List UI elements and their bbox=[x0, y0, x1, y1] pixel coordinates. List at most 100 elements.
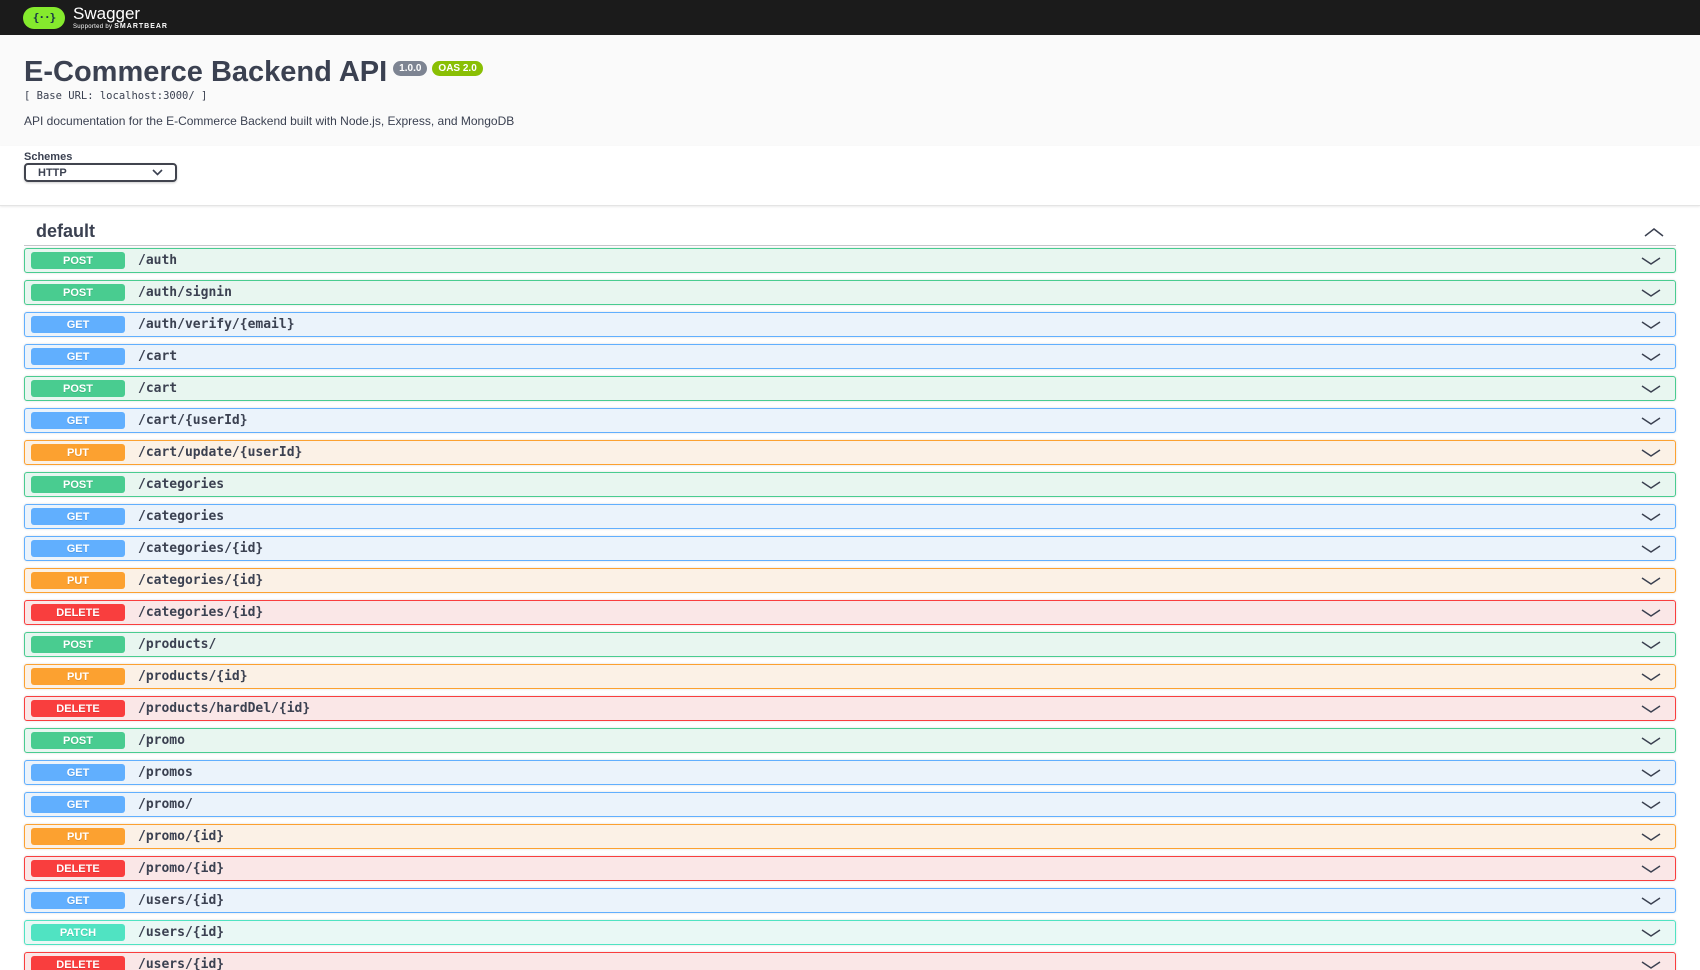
method-badge: DELETE bbox=[31, 860, 125, 877]
chevron-down-icon[interactable] bbox=[1641, 896, 1661, 906]
api-description: API documentation for the E-Commerce Bac… bbox=[24, 113, 515, 128]
operation-row[interactable]: GET/users/{id} bbox=[24, 888, 1676, 913]
tag-header[interactable]: default bbox=[24, 218, 1676, 246]
operation-row[interactable]: POST/products/ bbox=[24, 632, 1676, 657]
operation-row[interactable]: POST/auth/signin bbox=[24, 280, 1676, 305]
operation-row[interactable]: PUT/categories/{id} bbox=[24, 568, 1676, 593]
operation-path: /products/{id} bbox=[138, 669, 248, 684]
operation-row[interactable]: GET/promos bbox=[24, 760, 1676, 785]
method-badge: PUT bbox=[31, 668, 125, 685]
method-badge: POST bbox=[31, 732, 125, 749]
operation-row[interactable]: GET/cart bbox=[24, 344, 1676, 369]
chevron-down-icon[interactable] bbox=[1641, 352, 1661, 362]
method-badge: PUT bbox=[31, 444, 125, 461]
method-badge: GET bbox=[31, 316, 125, 333]
chevron-down-icon[interactable] bbox=[1641, 480, 1661, 490]
operation-row[interactable]: DELETE/users/{id} bbox=[24, 952, 1676, 970]
operation-row[interactable]: POST/auth bbox=[24, 248, 1676, 273]
chevron-down-icon[interactable] bbox=[1641, 256, 1661, 266]
chevron-down-icon[interactable] bbox=[1641, 832, 1661, 842]
version-badge: 1.0.0 bbox=[393, 61, 428, 76]
operation-path: /auth bbox=[138, 253, 178, 268]
page-title: E-Commerce Backend API bbox=[24, 56, 388, 88]
operation-row[interactable]: DELETE/promo/{id} bbox=[24, 856, 1676, 881]
operation-row[interactable]: GET/categories/{id} bbox=[24, 536, 1676, 561]
chevron-down-icon[interactable] bbox=[1641, 800, 1661, 810]
chevron-down-icon[interactable] bbox=[1641, 672, 1661, 682]
operation-row[interactable]: POST/categories bbox=[24, 472, 1676, 497]
operation-row[interactable]: GET/categories bbox=[24, 504, 1676, 529]
brand-name: Swagger bbox=[73, 4, 141, 23]
operation-path: /promo/{id} bbox=[138, 829, 225, 844]
operation-path: /cart bbox=[138, 349, 178, 364]
method-badge: GET bbox=[31, 412, 125, 429]
chevron-down-icon[interactable] bbox=[1641, 768, 1661, 778]
operation-row[interactable]: GET/auth/verify/{email} bbox=[24, 312, 1676, 337]
schemes-label: Schemes bbox=[24, 151, 73, 163]
operation-path: /categories bbox=[138, 509, 225, 524]
chevron-down-icon[interactable] bbox=[1641, 608, 1661, 618]
operation-path: /products/ bbox=[138, 637, 217, 652]
chevron-down-icon[interactable] bbox=[1641, 576, 1661, 586]
chevron-down-icon[interactable] bbox=[1641, 448, 1661, 458]
operation-path: /promos bbox=[138, 765, 193, 780]
chevron-down-icon[interactable] bbox=[1641, 512, 1661, 522]
operation-path: /auth/verify/{email} bbox=[138, 317, 295, 332]
method-badge: PUT bbox=[31, 828, 125, 845]
chevron-down-icon[interactable] bbox=[1641, 288, 1661, 298]
logo-text: Swagger Supported by SMARTBEAR bbox=[73, 5, 168, 30]
swagger-logo[interactable]: {··} Swagger Supported by SMARTBEAR bbox=[23, 5, 168, 30]
method-badge: GET bbox=[31, 764, 125, 781]
topbar: {··} Swagger Supported by SMARTBEAR bbox=[0, 0, 1700, 35]
operation-row[interactable]: PUT/products/{id} bbox=[24, 664, 1676, 689]
method-badge: POST bbox=[31, 380, 125, 397]
method-badge: POST bbox=[31, 476, 125, 493]
api-info: E-Commerce Backend API 1.0.0 OAS 2.0 [ B… bbox=[0, 35, 1700, 146]
operation-path: /products/hardDel/{id} bbox=[138, 701, 311, 716]
operation-path: /users/{id} bbox=[138, 957, 225, 970]
chevron-down-icon[interactable] bbox=[1641, 544, 1661, 554]
method-badge: GET bbox=[31, 540, 125, 557]
method-badge: DELETE bbox=[31, 604, 125, 621]
chevron-down-icon[interactable] bbox=[1641, 640, 1661, 650]
chevron-down-icon[interactable] bbox=[1641, 320, 1661, 330]
schemes-container: Schemes HTTP bbox=[0, 146, 1700, 206]
operation-path: /promo/ bbox=[138, 797, 193, 812]
operation-path: /categories bbox=[138, 477, 225, 492]
operation-row[interactable]: DELETE/products/hardDel/{id} bbox=[24, 696, 1676, 721]
chevron-down-icon[interactable] bbox=[1641, 416, 1661, 426]
operation-path: /promo bbox=[138, 733, 185, 748]
method-badge: POST bbox=[31, 252, 125, 269]
operation-path: /auth/signin bbox=[138, 285, 232, 300]
operation-path: /categories/{id} bbox=[138, 573, 264, 588]
method-badge: GET bbox=[31, 796, 125, 813]
method-badge: GET bbox=[31, 892, 125, 909]
chevron-down-icon[interactable] bbox=[1641, 928, 1661, 938]
schemes-select[interactable]: HTTP bbox=[24, 163, 177, 182]
operation-row[interactable]: POST/cart bbox=[24, 376, 1676, 401]
method-badge: DELETE bbox=[31, 700, 125, 717]
chevron-down-icon bbox=[152, 169, 163, 176]
operation-row[interactable]: DELETE/categories/{id} bbox=[24, 600, 1676, 625]
chevron-down-icon[interactable] bbox=[1641, 384, 1661, 394]
chevron-down-icon[interactable] bbox=[1641, 736, 1661, 746]
operation-row[interactable]: PUT/promo/{id} bbox=[24, 824, 1676, 849]
method-badge: PATCH bbox=[31, 924, 125, 941]
tag-title: default bbox=[36, 221, 96, 241]
chevron-down-icon[interactable] bbox=[1641, 704, 1661, 714]
method-badge: POST bbox=[31, 636, 125, 653]
operation-row[interactable]: PATCH/users/{id} bbox=[24, 920, 1676, 945]
operation-path: /promo/{id} bbox=[138, 861, 225, 876]
chevron-up-icon[interactable] bbox=[1644, 226, 1664, 238]
operation-path: /users/{id} bbox=[138, 893, 225, 908]
operation-row[interactable]: GET/cart/{userId} bbox=[24, 408, 1676, 433]
operation-row[interactable]: PUT/cart/update/{userId} bbox=[24, 440, 1676, 465]
base-url: [ Base URL: localhost:3000/ ] bbox=[24, 89, 208, 102]
method-badge: GET bbox=[31, 348, 125, 365]
chevron-down-icon[interactable] bbox=[1641, 960, 1661, 970]
chevron-down-icon[interactable] bbox=[1641, 864, 1661, 874]
method-badge: POST bbox=[31, 284, 125, 301]
operation-row[interactable]: GET/promo/ bbox=[24, 792, 1676, 817]
method-badge: PUT bbox=[31, 572, 125, 589]
operation-row[interactable]: POST/promo bbox=[24, 728, 1676, 753]
